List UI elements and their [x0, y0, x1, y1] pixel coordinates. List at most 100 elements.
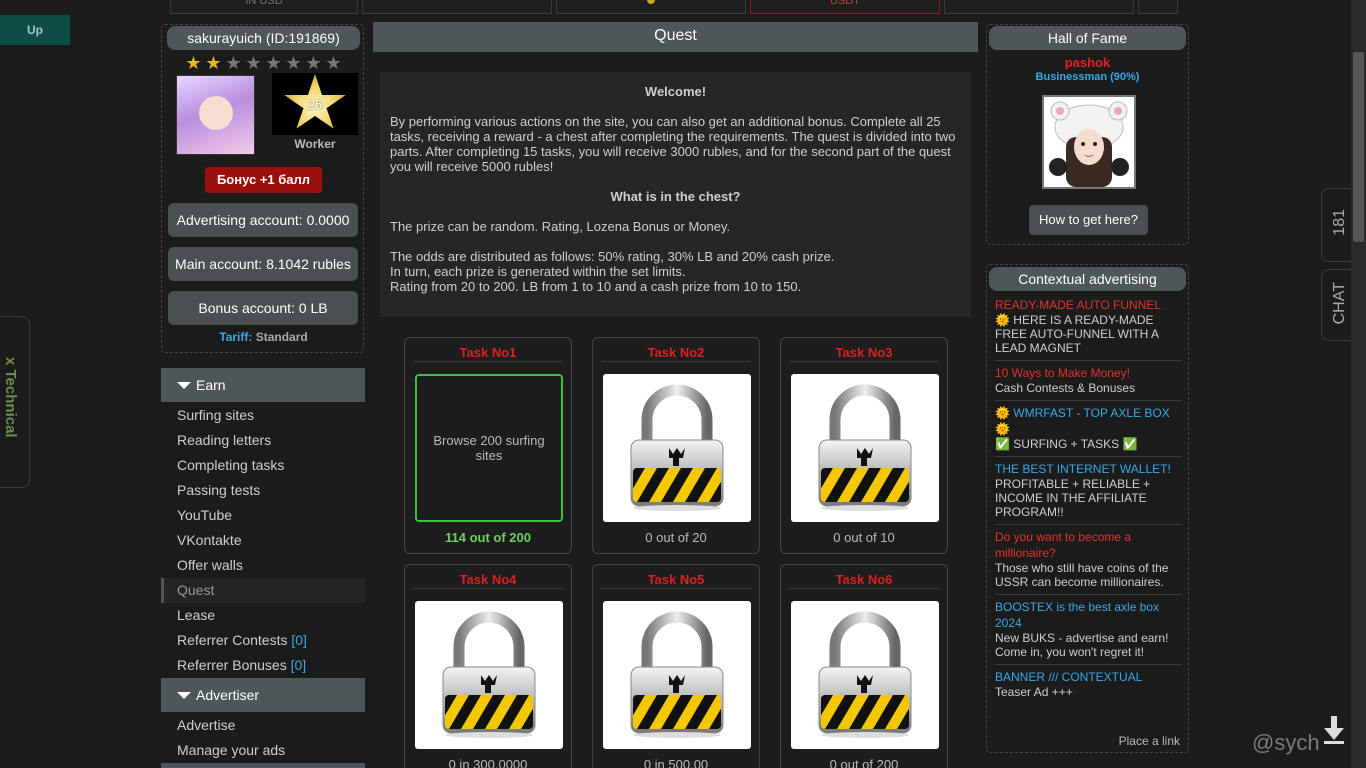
star-icon: ★	[325, 53, 342, 73]
hall-of-fame-avatar[interactable]	[1042, 95, 1136, 189]
ad-title[interactable]: BOOSTEX is the best axle box 2024	[995, 599, 1182, 631]
technical-tab-label: x Technical	[2, 357, 19, 438]
place-a-link[interactable]: Place a link	[1119, 734, 1180, 748]
main-account-button[interactable]: Main account: 8.1042 rubles	[168, 247, 358, 281]
ad-description: 🌞 HERE IS A READY-MADE FREE AUTO-FUNNEL …	[995, 313, 1159, 355]
tariff: Tariff: Standard	[162, 330, 365, 344]
ad-title[interactable]: BANNER /// CONTEXTUAL	[995, 669, 1182, 685]
advertiser-menu-header[interactable]: Advertiser	[161, 678, 365, 712]
task-description: Browse 200 surfing sites	[433, 433, 545, 463]
top-tab-usd[interactable]: IN USD	[170, 0, 358, 14]
menu-item-manage-ads[interactable]: Manage your ads	[161, 738, 365, 763]
welcome-text: By performing various actions on the sit…	[390, 114, 956, 174]
ad-title[interactable]: Do you want to become a millionaire?	[995, 529, 1182, 561]
advertiser-menu-title: Advertiser	[196, 687, 260, 703]
menu-item-vkontakte[interactable]: VKontakte	[161, 528, 365, 553]
menu-item-youtube[interactable]: YouTube	[161, 503, 365, 528]
star-icon: ★	[205, 53, 222, 73]
menu-item-surfing[interactable]: Surfing sites	[161, 403, 365, 428]
task-card-1[interactable]: Task No1 Browse 200 surfing sites 114 ou…	[404, 337, 572, 554]
ad-item[interactable]: 10 Ways to Make Money! Cash Contests & Bo…	[995, 365, 1182, 401]
ad-item[interactable]: BOOSTEX is the best axle box 2024 New BUK…	[995, 599, 1182, 665]
scrollbar[interactable]	[1351, 0, 1366, 768]
star-icon: ★	[265, 53, 282, 73]
caret-down-icon	[177, 692, 191, 699]
hall-of-fame: Hall of Fame pashok Businessman (90%) Ho…	[986, 24, 1189, 245]
download-arrow-icon[interactable]	[1322, 716, 1346, 744]
caret-down-icon	[177, 382, 191, 389]
top-tab-6[interactable]	[1138, 0, 1178, 14]
ad-description: Cash Contests & Bonuses	[995, 381, 1136, 395]
menu-item-offer-walls[interactable]: Offer walls	[161, 553, 365, 578]
odds-text-2: In turn, each prize is generated within …	[390, 264, 686, 279]
menu-item-referrer-contests[interactable]: Referrer Contests [0]	[161, 628, 365, 653]
star-icon: ★	[285, 53, 302, 73]
ad-list: READY-MADE AUTO FUNNEL 🌞 HERE IS A READY-…	[995, 297, 1182, 708]
ad-title[interactable]: 🌞 WMRFAST - TOP AXLE BOX 🌞	[995, 405, 1182, 437]
odds-text-3: Rating from 20 to 200. LB from 1 to 10 a…	[390, 279, 802, 294]
star-icon: ★	[245, 53, 262, 73]
avatar[interactable]	[176, 75, 255, 155]
hall-of-fame-name[interactable]: pashok	[987, 55, 1188, 70]
ad-description: ✅ SURFING + TASKS ✅	[995, 437, 1138, 451]
task-card-2[interactable]: Task No2 0 out of 20	[592, 337, 760, 554]
task-title: Task No2	[601, 338, 751, 362]
task-card-3[interactable]: Task No3 0 out of 10	[780, 337, 948, 554]
top-tab-5[interactable]	[944, 0, 1134, 14]
rank-star-icon: 26	[284, 74, 346, 129]
task-card-4[interactable]: Task No4 0 in 300.0000	[404, 564, 572, 768]
padlock-icon	[603, 374, 751, 522]
task-progress: 0 in 300.0000	[448, 757, 528, 768]
menu-item-advertise[interactable]: Advertise	[161, 713, 365, 738]
top-tab-usdt[interactable]: USDT	[750, 0, 940, 14]
ad-title[interactable]: THE BEST INTERNET WALLET!	[995, 461, 1182, 477]
count-badge: [0]	[290, 657, 307, 673]
scrollbar-thumb[interactable]	[1353, 52, 1364, 242]
star-icon: ★	[185, 53, 202, 73]
tariff-key: Tariff:	[219, 330, 253, 344]
menu-item-tests[interactable]: Passing tests	[161, 478, 365, 503]
online-count: 181	[1331, 209, 1348, 236]
ad-description: New BUKS - advertise and earn! Come in, …	[995, 631, 1169, 659]
how-to-get-here-button[interactable]: How to get here?	[1029, 205, 1148, 235]
menu-item-referrer-bonuses[interactable]: Referrer Bonuses [0]	[161, 653, 365, 678]
padlock-icon	[791, 601, 939, 749]
hall-of-fame-title: Hall of Fame	[989, 26, 1186, 50]
menu-item-letters[interactable]: Reading letters	[161, 428, 365, 453]
advertiser-menu: Advertise Manage your ads	[161, 713, 365, 763]
menu-item-lease[interactable]: Lease	[161, 603, 365, 628]
star-icon: ★	[305, 53, 322, 73]
bonus-button[interactable]: Бонус +1 балл	[205, 167, 322, 193]
task-progress: 0 out of 10	[833, 530, 895, 545]
task-title: Task No5	[601, 565, 751, 589]
task-card-5[interactable]: Task No5 0 in 500.00	[592, 564, 760, 768]
advertising-account-button[interactable]: Advertising account: 0.0000	[168, 203, 358, 237]
ad-item[interactable]: READY-MADE AUTO FUNNEL 🌞 HERE IS A READY-…	[995, 297, 1182, 361]
padlock-icon	[415, 601, 563, 749]
task-progress-box[interactable]: Browse 200 surfing sites	[415, 374, 563, 522]
rank-badge: 26	[272, 73, 358, 135]
earn-menu-header[interactable]: Earn	[161, 368, 365, 402]
top-tab-2[interactable]	[362, 0, 552, 14]
technical-tab[interactable]: x Technical	[0, 316, 30, 488]
task-title: Task No6	[789, 565, 939, 589]
tariff-value: Standard	[255, 330, 308, 344]
menu-item-tasks[interactable]: Completing tasks	[161, 453, 365, 478]
ad-item[interactable]: 🌞 WMRFAST - TOP AXLE BOX 🌞 ✅ SURFING + TA…	[995, 405, 1182, 457]
ad-item[interactable]: Do you want to become a millionaire? Thos…	[995, 529, 1182, 595]
ad-title[interactable]: READY-MADE AUTO FUNNEL	[995, 297, 1182, 313]
ad-item[interactable]: BANNER /// CONTEXTUAL Teaser Ad +++	[995, 669, 1182, 704]
task-card-6[interactable]: Task No6 0 out of 200	[780, 564, 948, 768]
ad-title[interactable]: 10 Ways to Make Money!	[995, 365, 1182, 381]
padlock-icon	[603, 601, 751, 749]
menu-item-quest[interactable]: Quest	[161, 578, 365, 603]
scroll-up-button[interactable]: Up	[0, 15, 70, 45]
top-tab-coin[interactable]	[556, 0, 746, 14]
task-title: Task No1	[413, 338, 563, 362]
rank-label: Worker	[294, 137, 336, 151]
task-progress: 0 in 500.00	[643, 757, 709, 768]
bonus-account-button[interactable]: Bonus account: 0 LB	[168, 291, 358, 325]
coin-icon	[647, 0, 655, 4]
ad-item[interactable]: THE BEST INTERNET WALLET! PROFITABLE + RE…	[995, 461, 1182, 525]
count-badge: [0]	[291, 632, 307, 648]
